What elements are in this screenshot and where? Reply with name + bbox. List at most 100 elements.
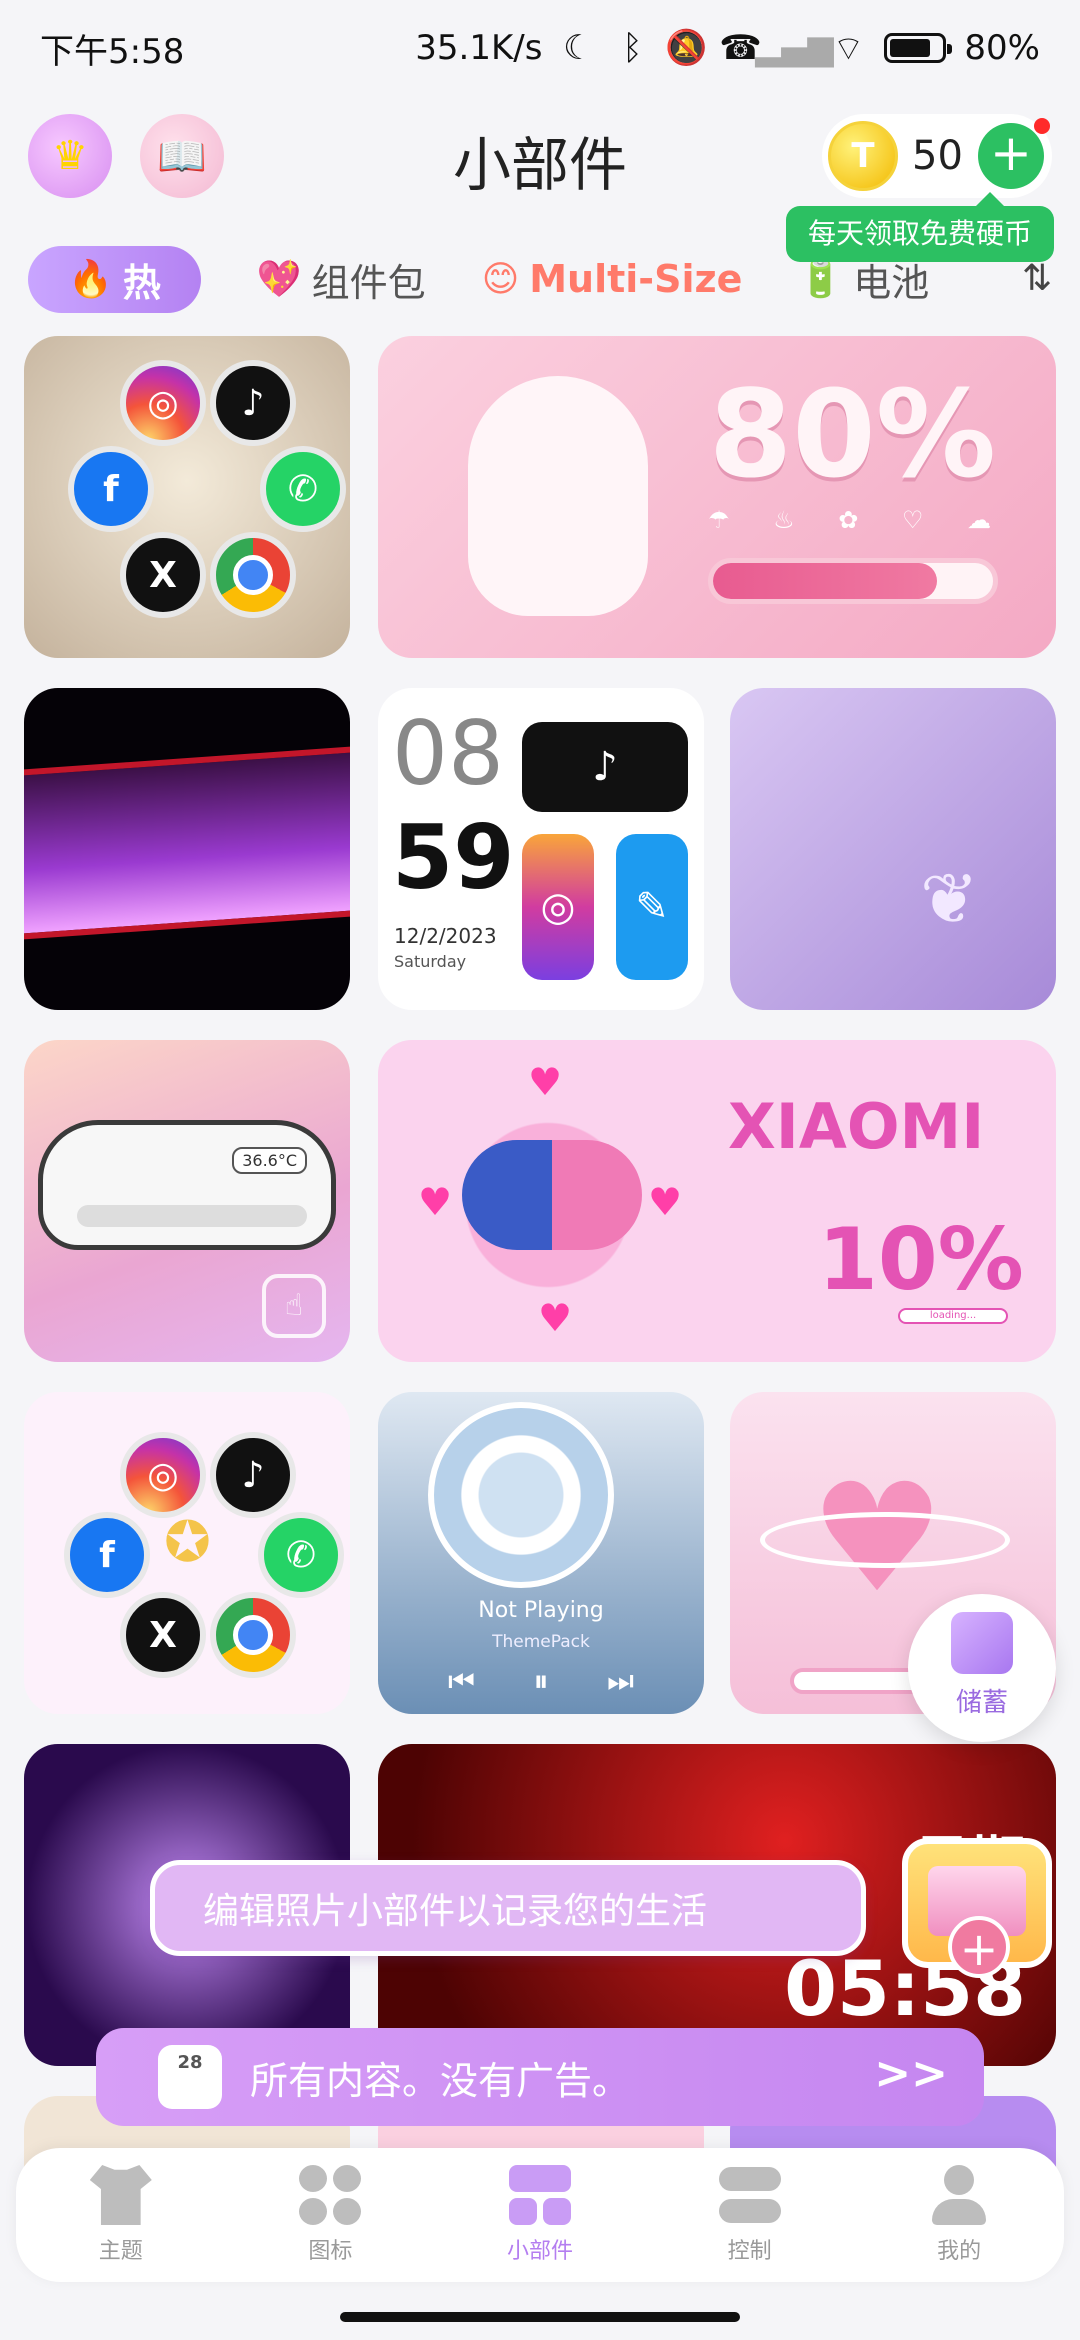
widgets-icon (508, 2165, 571, 2225)
pause-icon[interactable]: ⏸ (534, 1664, 549, 1699)
clock-date: 12/2/2023 (394, 924, 497, 948)
eye-artwork (24, 746, 350, 940)
tab-hot[interactable]: 🔥 热 (28, 245, 201, 313)
instagram-icon: ◎ (522, 834, 594, 980)
status-bar: 下午5:58 35.1K/s ☾ ᛒ 🔕 ☎ ▂▄▆ ⌔ 80% (0, 0, 1080, 96)
sparkle-heart-icon: 💖 (256, 259, 302, 300)
x-icon: X (120, 1592, 206, 1678)
bunny-status-icons: ☂ ♨ ✿ ♡ ☁ (708, 506, 1010, 534)
nav-label: 我的 (937, 2239, 982, 2264)
music-subtitle: ThemePack (492, 1632, 590, 1652)
tab-multi-size[interactable]: 😊 Multi-Size (482, 257, 743, 301)
app-logo-icon: 28 (158, 2045, 222, 2109)
instagram-icon: ◎ (120, 360, 206, 446)
bluetooth-icon: ᛒ (622, 28, 643, 68)
x-icon: X (120, 532, 206, 618)
nav-widgets[interactable]: 小部件 (450, 2165, 630, 2265)
battery-icon (884, 33, 953, 63)
widget-glass-butterfly[interactable]: ❦ (730, 688, 1056, 1010)
nav-themes[interactable]: 主题 (31, 2165, 211, 2265)
previous-icon[interactable]: ⏮ (448, 1664, 475, 1699)
butterfly-icon: ❦ (920, 858, 979, 940)
photo-widget-banner[interactable]: 编辑照片小部件以记录您的生活 (150, 1860, 866, 1956)
home-indicator[interactable] (340, 2312, 740, 2322)
nav-label: 图标 (308, 2239, 353, 2264)
widget-bunny-battery[interactable]: 80% ☂ ♨ ✿ ♡ ☁ (378, 336, 1056, 658)
twitter-icon: ✎ (616, 834, 688, 980)
heart-icon: ♥ (648, 1180, 683, 1224)
add-photo-button[interactable]: + (948, 1916, 1010, 1978)
xiaomi-battery-percent: 10% (818, 1210, 1024, 1310)
music-controls: ⏮ ⏸ ⏭ (448, 1664, 634, 1699)
cat-temperature: 36.6°C (232, 1147, 307, 1174)
nav-label: 小部件 (506, 2239, 573, 2264)
tab-label: Multi-Size (529, 257, 743, 301)
free-coin-tooltip[interactable]: 每天领取免费硬币 (785, 192, 1054, 262)
status-time: 下午5:58 (40, 31, 185, 72)
nav-label: 控制 (727, 2239, 772, 2264)
sort-icon[interactable]: ⇅ (1022, 258, 1052, 299)
add-coin-button[interactable]: + (978, 123, 1044, 189)
bottom-navigation: 主题 图标 小部件 控制 我的 (16, 2148, 1064, 2282)
heart-icon: ♥ (538, 1296, 573, 1340)
widget-xiaomi-battery[interactable]: ♥ ♥ ♥ ♥ XIAOMI 10% loading... (378, 1040, 1056, 1362)
double-chevron-icon: >> (874, 2048, 948, 2099)
cat-progress-bar (77, 1205, 307, 1227)
widget-music-player[interactable]: Not Playing ThemePack ⏮ ⏸ ⏭ (378, 1392, 704, 1714)
profile-icon (928, 2165, 990, 2225)
cube-icon (951, 1612, 1013, 1674)
nav-icons[interactable]: 图标 (240, 2165, 420, 2265)
wifi-icon: ⌔ (832, 28, 865, 69)
widget-cat-temperature[interactable]: 36.6°C ☝ (24, 1040, 350, 1362)
nav-control[interactable]: 控制 (660, 2165, 840, 2265)
widget-app-wheel-cat[interactable]: ◎ ♪ f ✆ X (24, 336, 350, 658)
tab-widget-pack[interactable]: 💖 组件包 (257, 252, 426, 307)
ad-free-banner[interactable]: 28 所有内容。没有广告。 >> (96, 2028, 984, 2126)
bunny-battery-bar (708, 558, 998, 604)
cat-artwork: 36.6°C (38, 1120, 336, 1250)
tiktok-icon: ♪ (210, 360, 296, 446)
widget-anime-eye[interactable] (24, 688, 350, 1010)
tab-label: 热 (122, 260, 161, 305)
tab-label: 组件包 (311, 260, 426, 305)
smile-icon: 😊 (481, 258, 520, 300)
battery-percent: 80% (964, 28, 1040, 68)
nav-label: 主题 (98, 2239, 143, 2264)
mute-bell-icon: 🔕 (665, 28, 708, 68)
widget-clock-apps[interactable]: 08 59 12/2/2023 Saturday ♪ ◎ ✎ (378, 688, 704, 1010)
moon-icon: ☾ (563, 28, 594, 68)
theme-shirt-icon (89, 2165, 152, 2225)
whatsapp-icon: ✆ (260, 446, 346, 532)
coin-count: 50 (912, 133, 963, 179)
touch-icon: ☝ (262, 1274, 326, 1338)
battery-fill (890, 39, 931, 57)
bunny-battery-percent: 80% (708, 366, 996, 505)
signal-icon: ▂▄▆ (755, 28, 834, 68)
chrome-icon (210, 532, 296, 618)
next-icon[interactable]: ⏭ (607, 1664, 634, 1699)
star-icon: ✪ (164, 1510, 211, 1575)
storage-button[interactable]: 储蓄 (908, 1594, 1056, 1742)
facebook-icon: f (64, 1512, 150, 1598)
tiktok-icon: ♪ (210, 1432, 296, 1518)
heart-icon: ♥ (528, 1060, 563, 1104)
chrome-icon (210, 1592, 296, 1678)
xiaomi-brand: XIAOMI (728, 1090, 985, 1163)
coin-icon: T (828, 121, 898, 191)
control-toggle-icon (718, 2165, 781, 2225)
status-icons: 35.1K/s ☾ ᛒ 🔕 ☎ ▂▄▆ ⌔ 80% (415, 28, 1040, 69)
nav-profile[interactable]: 我的 (869, 2165, 1049, 2265)
fire-icon: 🔥 (68, 259, 113, 300)
stitch-angel-artwork (462, 1140, 642, 1250)
xiaomi-loading-bar: loading... (898, 1308, 1008, 1324)
widget-app-wheel-sailor[interactable]: ◎ ♪ f ✆ X ✪ (24, 1392, 350, 1714)
icons-clover-icon (299, 2165, 362, 2225)
tiktok-icon: ♪ (522, 722, 688, 812)
coin-balance[interactable]: T 50 + (822, 114, 1052, 198)
header: ♛ 📖 小部件 T 50 + (0, 110, 1080, 210)
clock-hour: 08 (392, 702, 504, 805)
network-speed: 35.1K/s (415, 28, 543, 68)
call-icon: ☎ (719, 28, 762, 68)
bunny-image (468, 376, 648, 616)
clock-minute: 59 (392, 806, 515, 909)
